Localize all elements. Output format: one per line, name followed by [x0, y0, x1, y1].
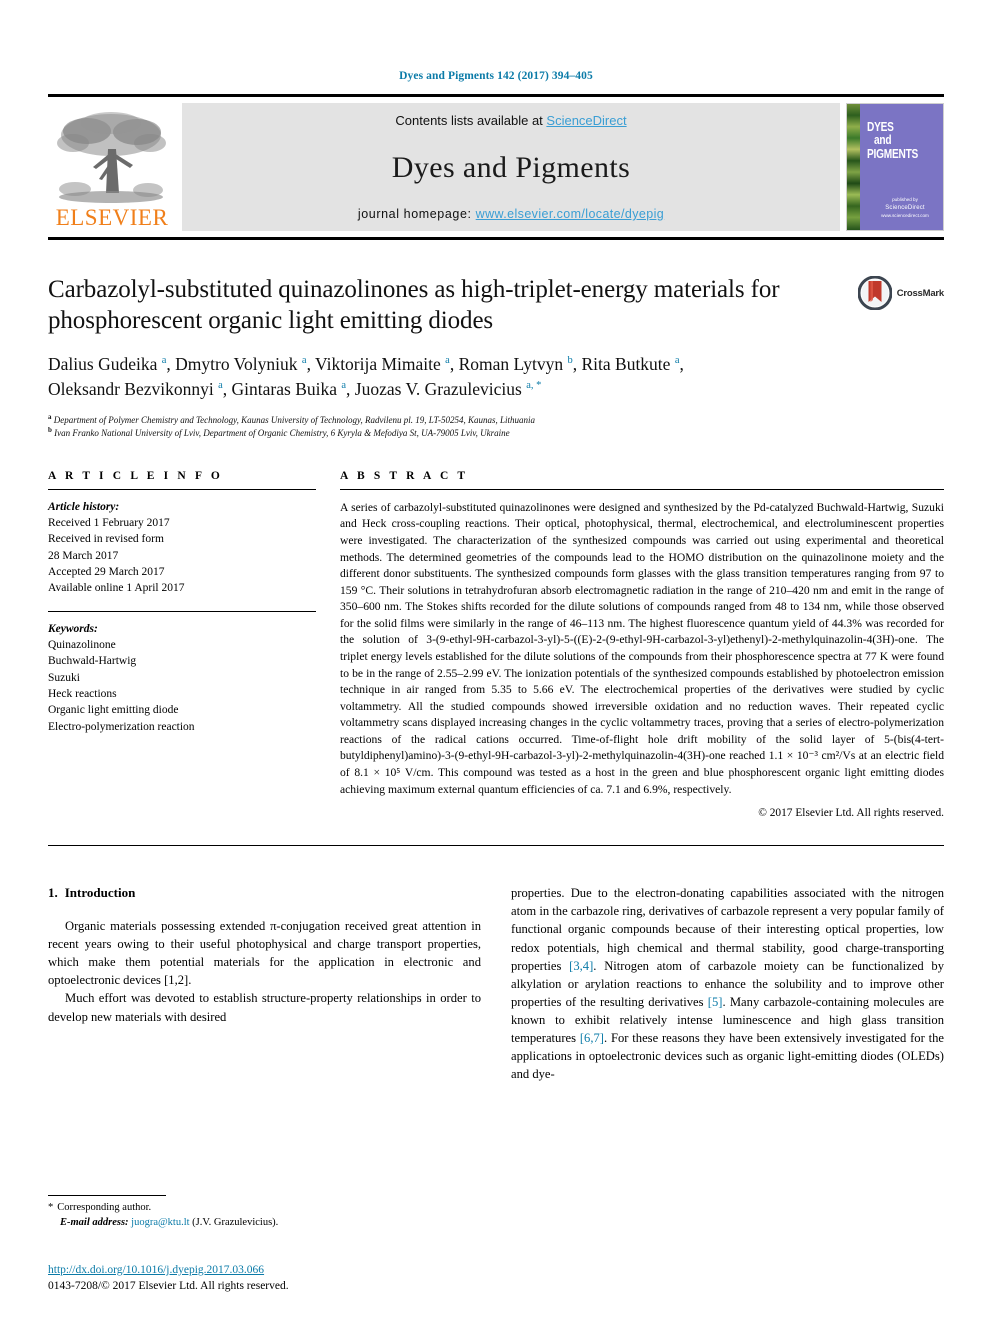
article-history: Article history: Received 1 February 201… [48, 499, 316, 597]
cover-footer-small: published by [892, 197, 918, 203]
title-block: Carbazolyl-substituted quinazolinones as… [48, 274, 944, 440]
author-line-2: Oleksandr Bezvikonnyi a, Gintaras Buika … [48, 378, 542, 399]
journal-masthead: ELSEVIER Contents lists available at Sci… [48, 94, 944, 231]
corresponding-author-footnote: * Corresponding author. E-mail address: j… [48, 1194, 468, 1232]
affiliations: a Department of Polymer Chemistry and Te… [48, 412, 824, 440]
sciencedirect-link[interactable]: ScienceDirect [546, 113, 626, 128]
citation-ref-5[interactable]: [5] [708, 995, 723, 1009]
email-label: E-mail address: [60, 1217, 129, 1229]
email-line: E-mail address: juogra@ktu.lt (J.V. Graz… [48, 1215, 468, 1231]
footer-doi-block: http://dx.doi.org/10.1016/j.dyepig.2017.… [48, 1262, 289, 1295]
history-item: Received in revised form [48, 533, 164, 546]
cover-title-line1: DYES [867, 119, 894, 134]
crossmark-icon [857, 276, 892, 310]
affiliation-b: b Ivan Franko National University of Lvi… [48, 425, 824, 440]
article-page: Dyes and Pigments 142 (2017) 394–405 ELS… [0, 0, 992, 1323]
affiliation-b-text: Ivan Franko National University of Lviv,… [54, 427, 510, 438]
affiliation-a-text: Department of Polymer Chemistry and Tech… [53, 414, 535, 425]
affiliation-marker-a: a [48, 412, 52, 421]
journal-homepage-link[interactable]: www.elsevier.com/locate/dyepig [476, 207, 664, 221]
history-item: Received 1 February 2017 [48, 517, 170, 530]
intro-paragraph-1-text: Organic materials possessing extended π-… [48, 918, 481, 988]
abstract-text: A series of carbazolyl-substituted quina… [340, 500, 944, 796]
page-title: Carbazolyl-substituted quinazolinones as… [48, 276, 780, 334]
intro-paragraph-2: Much effort was devoted to establish str… [48, 989, 481, 1025]
masthead-banner: Contents lists available at ScienceDirec… [182, 103, 840, 231]
article-history-label: Article history: [48, 500, 120, 513]
affiliation-a: a Department of Polymer Chemistry and Te… [48, 412, 824, 427]
abstract-column: A B S T R A C T A series of carbazolyl-s… [340, 470, 944, 819]
history-item: 28 March 2017 [48, 549, 119, 562]
article-info-column: A R T I C L E I N F O Article history: R… [48, 470, 316, 819]
keyword-item: Suzuki [48, 671, 80, 684]
email-owner: (J.V. Grazulevicius). [192, 1217, 279, 1229]
elsevier-tree-icon [57, 112, 166, 203]
intro-paragraph-1: Organic materials possessing extended π-… [48, 917, 481, 990]
author-list: Dalius Gudeika a, Dmytro Volyniuk a, Vik… [48, 352, 824, 402]
citation-ref-6-7[interactable]: [6,7] [580, 1031, 604, 1045]
section-title-introduction: 1. Introduction [48, 884, 481, 903]
journal-cover-thumbnail[interactable]: DYES and PIGMENTS published by ScienceDi… [846, 103, 944, 231]
homepage-label: journal homepage: [357, 207, 476, 221]
issn-copyright-line: 0143-7208/© 2017 Elsevier Ltd. All right… [48, 1280, 289, 1293]
corresponding-author-text: Corresponding author. [57, 1201, 152, 1213]
journal-homepage-line: journal homepage: www.elsevier.com/locat… [358, 207, 664, 221]
cover-title-line3: PIGMENTS [867, 145, 919, 161]
affiliation-marker-b: b [48, 425, 52, 434]
body-columns: 1. Introduction Organic materials possess… [48, 884, 944, 1083]
crossmark-label: CrossMark [896, 287, 945, 299]
cover-art-strip [847, 104, 860, 230]
intro-paragraph-continued: properties. Due to the electron-donating… [511, 884, 944, 1083]
cover-footer-sciencedirect: ScienceDirect [885, 205, 925, 212]
abstract-rule [340, 488, 944, 490]
article-info-heading: A R T I C L E I N F O [48, 469, 223, 482]
cover-title-line2: and [874, 132, 892, 148]
doi-link[interactable]: http://dx.doi.org/10.1016/j.dyepig.2017.… [48, 1264, 264, 1276]
article-info-rule [48, 488, 316, 490]
corresponding-author-line: * Corresponding author. [48, 1200, 468, 1216]
abstract-heading: A B S T R A C T [340, 469, 469, 482]
masthead-bottom-rule [48, 237, 944, 240]
journal-title: Dyes and Pigments [391, 150, 631, 184]
keyword-item: Buchwald-Hartwig [48, 655, 137, 668]
section-label: Introduction [64, 885, 136, 901]
running-head: Dyes and Pigments 142 (2017) 394–405 [399, 70, 593, 82]
author-line-1: Dalius Gudeika a, Dmytro Volyniuk a, Vik… [48, 354, 684, 374]
abstract-copyright: © 2017 Elsevier Ltd. All rights reserved… [758, 807, 944, 820]
crossmark-badge[interactable]: CrossMark [857, 276, 945, 310]
keywords-label: Keywords: [48, 622, 98, 635]
body-column-left: 1. Introduction Organic materials possess… [48, 884, 481, 1083]
footnote-star: * [48, 1201, 54, 1213]
keyword-item: Quinazolinone [48, 639, 116, 652]
intro-paragraph-2-text: Much effort was devoted to establish str… [48, 991, 481, 1024]
elsevier-logo: ELSEVIER [48, 103, 176, 231]
email-link[interactable]: juogra@ktu.lt [131, 1217, 189, 1228]
contents-available-line: Contents lists available at ScienceDirec… [395, 113, 626, 128]
article-info-separator [48, 610, 316, 612]
info-abstract-row: A R T I C L E I N F O Article history: R… [48, 470, 944, 819]
keyword-item: Electro-polymerization reaction [48, 720, 195, 733]
keywords-group: Keywords: Quinazolinone Buchwald-Hartwig… [48, 621, 316, 735]
history-item: Accepted 29 March 2017 [48, 566, 165, 579]
body-column-right: properties. Due to the electron-donating… [511, 884, 944, 1083]
contents-prefix: Contents lists available at [395, 113, 547, 128]
history-item: Available online 1 April 2017 [48, 582, 185, 595]
citation-ref-3-4[interactable]: [3,4] [569, 959, 593, 973]
cover-footer-url: www.sciencedirect.com [881, 213, 929, 219]
elsevier-wordmark: ELSEVIER [55, 205, 169, 230]
keyword-item: Heck reactions [48, 688, 117, 701]
cover-footer: published by ScienceDirect www.sciencedi… [873, 197, 937, 220]
keyword-item: Organic light emitting diode [48, 704, 179, 717]
footnote-rule [48, 1194, 166, 1196]
cover-title: DYES and PIGMENTS [867, 120, 918, 160]
abstract-bottom-rule [48, 845, 944, 847]
section-number: 1. [48, 885, 58, 901]
